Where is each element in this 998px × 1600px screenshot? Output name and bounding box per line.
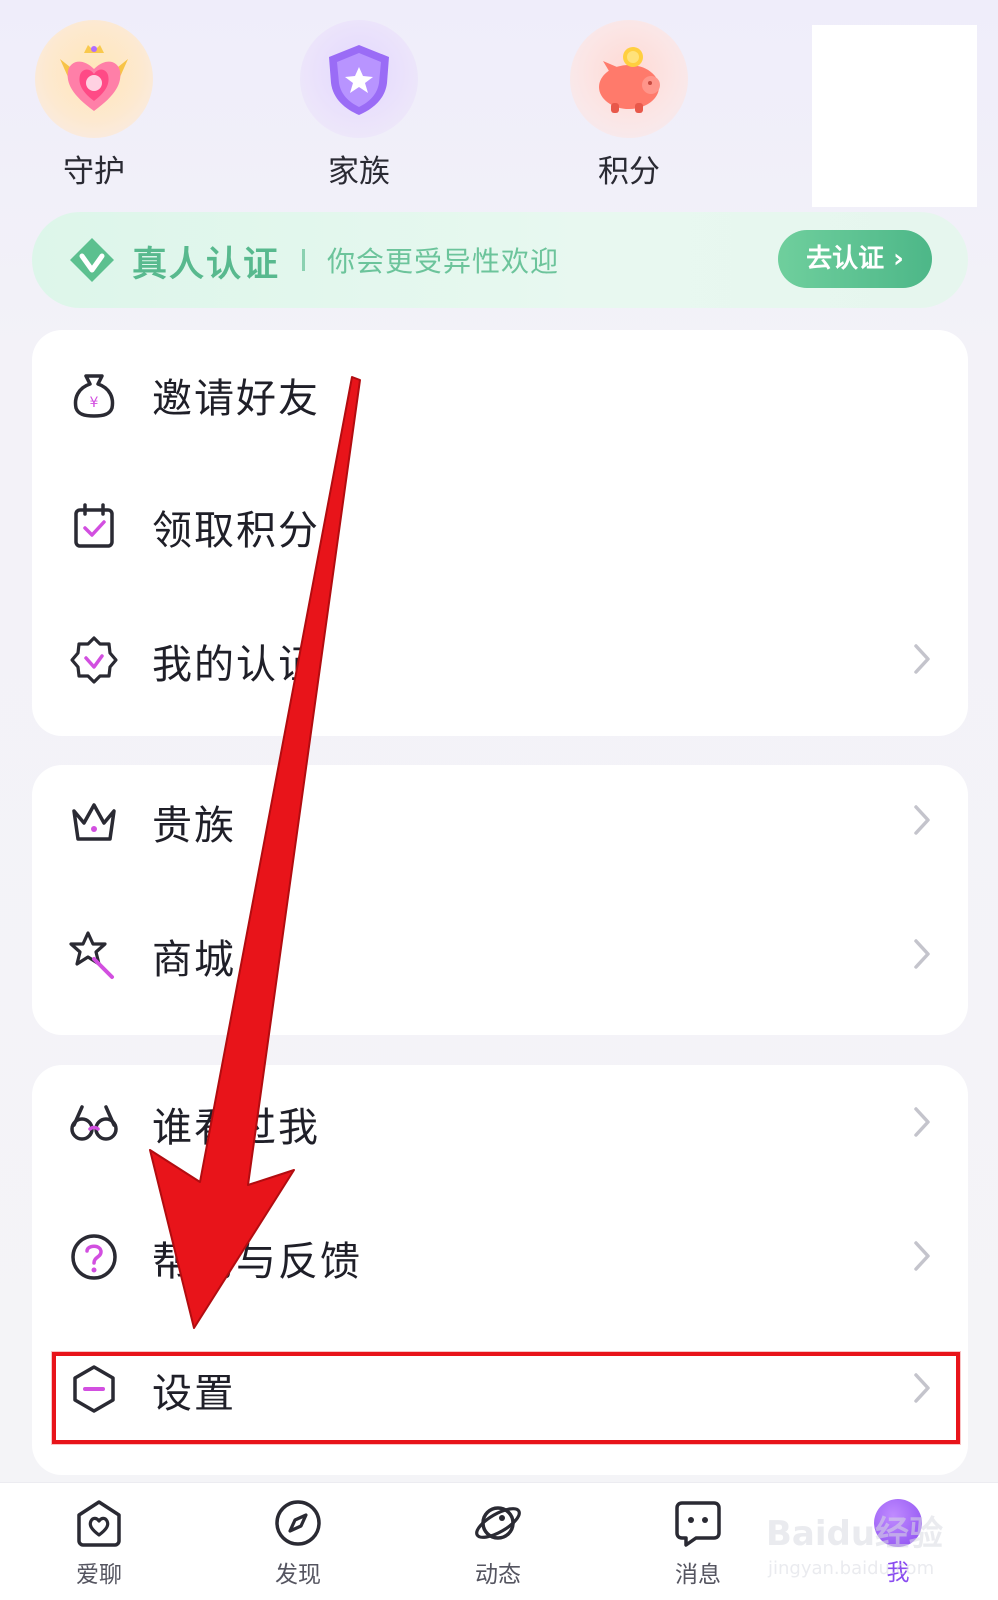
money-bag-icon: ¥ (73, 374, 115, 418)
quick-entries: 守护 家族 积分 (0, 0, 998, 207)
quick-entry-guard[interactable]: 守护 (24, 20, 164, 191)
tab-label: 发现 (275, 1562, 321, 1588)
watermark-sub: jingyan.baidu.com (768, 1558, 935, 1579)
menu-item-label: 谁看过我 (152, 1105, 320, 1151)
calendar-check-icon (74, 503, 114, 548)
menu-item-label: 邀请好友 (152, 376, 320, 422)
tab-label: 消息 (675, 1562, 721, 1588)
chevron-right-icon (914, 805, 930, 835)
baidu-watermark: Baidu经验 jingyan.baidu.com (760, 1500, 980, 1590)
quick-entry-label: 家族 (328, 154, 390, 190)
menu-card-1: ¥ 邀请好友 领取积分 我的认证 (32, 330, 968, 736)
profile-page: 守护 家族 积分 真人认证 你会更受异性欢迎 去认证 › ¥ 邀请好友 领取积分… (0, 0, 998, 1600)
menu-item-label: 我的认证 (152, 642, 320, 688)
menu-card-2: 贵族 商城 (32, 765, 968, 1035)
verify-title: 真人认证 (132, 245, 281, 285)
chevron-right-icon (914, 1107, 930, 1137)
blank-overlay (812, 25, 977, 207)
chevron-right-icon (914, 939, 930, 969)
home-heart-icon (77, 1500, 121, 1547)
menu-item-help-feedback[interactable]: 帮助与反馈 (32, 1201, 968, 1311)
divider (302, 249, 305, 271)
piggy-bank-icon (570, 20, 688, 138)
menu-item-label: 领取积分 (152, 508, 320, 554)
verify-subtitle: 你会更受异性欢迎 (327, 245, 560, 278)
quick-entry-points[interactable]: 积分 (559, 20, 699, 191)
planet-icon (475, 1506, 521, 1540)
annotation-highlight-box (52, 1352, 960, 1444)
go-verify-button[interactable]: 去认证 › (778, 230, 932, 288)
watermark-main: Baidu经验 (766, 1514, 944, 1554)
menu-item-label: 商城 (152, 937, 236, 983)
quick-entry-label: 守护 (63, 154, 125, 190)
crown-icon (72, 803, 116, 841)
svg-text:¥: ¥ (90, 395, 99, 411)
tab-label: 爱聊 (76, 1562, 122, 1588)
real-person-verify-banner[interactable]: 真人认证 你会更受异性欢迎 去认证 › (32, 212, 968, 308)
tab-moments[interactable]: 动态 (438, 1497, 558, 1589)
quick-entry-family[interactable]: 家族 (289, 20, 429, 191)
chat-bubble-icon (675, 1501, 721, 1547)
chevron-right-icon (914, 1241, 930, 1271)
badge-check-icon (70, 636, 118, 684)
tab-discover[interactable]: 发现 (238, 1497, 358, 1589)
guard-heart-icon (35, 20, 153, 138)
magic-wand-icon (69, 931, 114, 979)
menu-item-label: 贵族 (152, 803, 236, 849)
menu-item-mall[interactable]: 商城 (32, 899, 968, 1009)
quick-entry-label: 积分 (598, 154, 660, 190)
menu-item-invite-friends[interactable]: ¥ 邀请好友 (32, 338, 968, 448)
compass-icon (275, 1500, 321, 1546)
tab-messages[interactable]: 消息 (638, 1497, 758, 1589)
help-circle-icon (71, 1234, 117, 1280)
family-shield-icon (300, 20, 418, 138)
menu-item-nobility[interactable]: 贵族 (32, 765, 968, 875)
tab-label: 动态 (475, 1562, 521, 1588)
menu-item-my-verification[interactable]: 我的认证 (32, 604, 968, 714)
menu-item-claim-points[interactable]: 领取积分 (32, 470, 968, 580)
menu-item-who-viewed-me[interactable]: 谁看过我 (32, 1067, 968, 1177)
menu-item-label: 帮助与反馈 (152, 1239, 362, 1285)
tab-aichat[interactable]: 爱聊 (39, 1497, 159, 1589)
verified-diamond-icon (70, 238, 114, 282)
glasses-icon (70, 1105, 118, 1141)
chevron-right-icon (914, 644, 930, 674)
